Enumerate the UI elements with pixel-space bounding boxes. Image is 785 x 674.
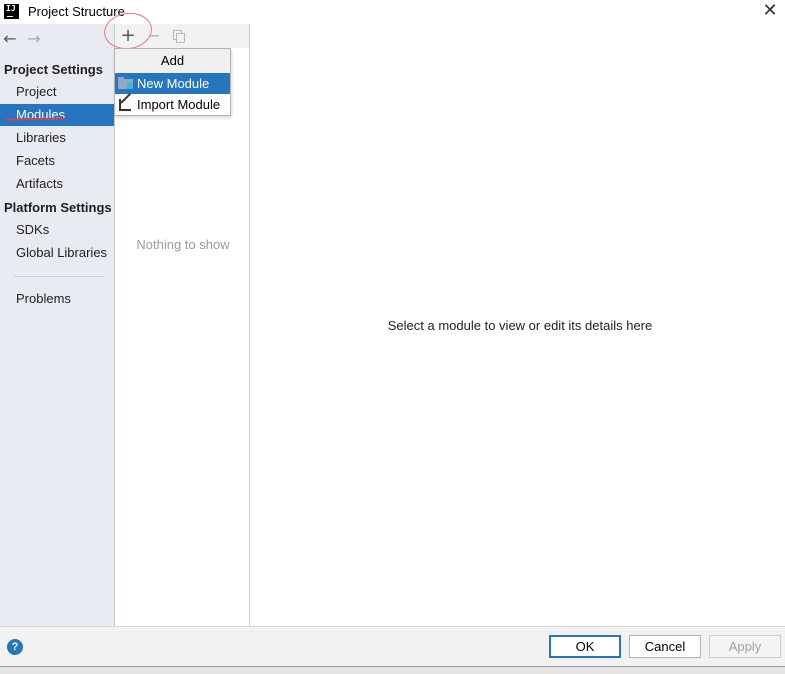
popup-header: Add bbox=[115, 49, 230, 73]
details-panel: Select a module to view or edit its deta… bbox=[250, 24, 785, 626]
remove-minus-icon[interactable]: − bbox=[147, 26, 161, 46]
sidebar-item-modules[interactable]: Modules bbox=[0, 104, 114, 126]
cancel-button[interactable]: Cancel bbox=[629, 635, 701, 658]
back-arrow-icon[interactable]: ← bbox=[0, 28, 20, 50]
apply-button[interactable]: Apply bbox=[709, 635, 781, 658]
history-nav: ← → bbox=[0, 28, 114, 50]
add-plus-icon[interactable]: + bbox=[119, 26, 137, 46]
platform-settings-header: Platform Settings bbox=[4, 200, 112, 215]
placeholder-message: Select a module to view or edit its deta… bbox=[387, 318, 653, 333]
sidebar-item-facets[interactable]: Facets bbox=[0, 150, 114, 172]
sidebar-item-global-libraries[interactable]: Global Libraries bbox=[0, 242, 114, 264]
window-bottom-edge bbox=[0, 666, 785, 674]
menu-item-label: New Module bbox=[137, 76, 210, 91]
sidebar-divider bbox=[14, 276, 104, 277]
close-button[interactable]: ✕ bbox=[761, 2, 779, 20]
forward-arrow-icon[interactable]: → bbox=[24, 28, 44, 50]
folder-module-icon bbox=[118, 77, 133, 89]
project-settings-header: Project Settings bbox=[4, 62, 103, 77]
sidebar-item-sdks[interactable]: SDKs bbox=[0, 219, 114, 241]
project-structure-window: IJ Project Structure ✕ ← → Project Setti… bbox=[0, 0, 785, 674]
list-toolbar: + − bbox=[101, 9, 249, 53]
title-bar: IJ Project Structure ✕ bbox=[0, 0, 785, 24]
import-arrow-icon bbox=[119, 93, 133, 111]
window-title: Project Structure bbox=[28, 4, 125, 19]
settings-sidebar: ← → Project Settings Project Modules Lib… bbox=[0, 24, 114, 626]
empty-list-text: Nothing to show bbox=[136, 237, 230, 252]
menu-item-import-module[interactable]: Import Module bbox=[115, 93, 230, 115]
add-popup-menu: Add New Module Import Module bbox=[114, 48, 231, 116]
help-icon[interactable]: ? bbox=[7, 639, 23, 655]
sidebar-item-project[interactable]: Project bbox=[0, 81, 114, 103]
sidebar-item-problems[interactable]: Problems bbox=[0, 288, 114, 310]
sidebar-item-artifacts[interactable]: Artifacts bbox=[0, 173, 114, 195]
menu-item-label: Import Module bbox=[137, 97, 221, 112]
intellij-logo-icon: IJ bbox=[4, 4, 19, 19]
sidebar-item-libraries[interactable]: Libraries bbox=[0, 127, 114, 149]
copy-icon[interactable] bbox=[173, 30, 185, 43]
dialog-button-bar: ? OK Cancel Apply bbox=[0, 626, 785, 666]
ok-button[interactable]: OK bbox=[549, 635, 621, 658]
menu-item-new-module[interactable]: New Module bbox=[115, 73, 230, 94]
